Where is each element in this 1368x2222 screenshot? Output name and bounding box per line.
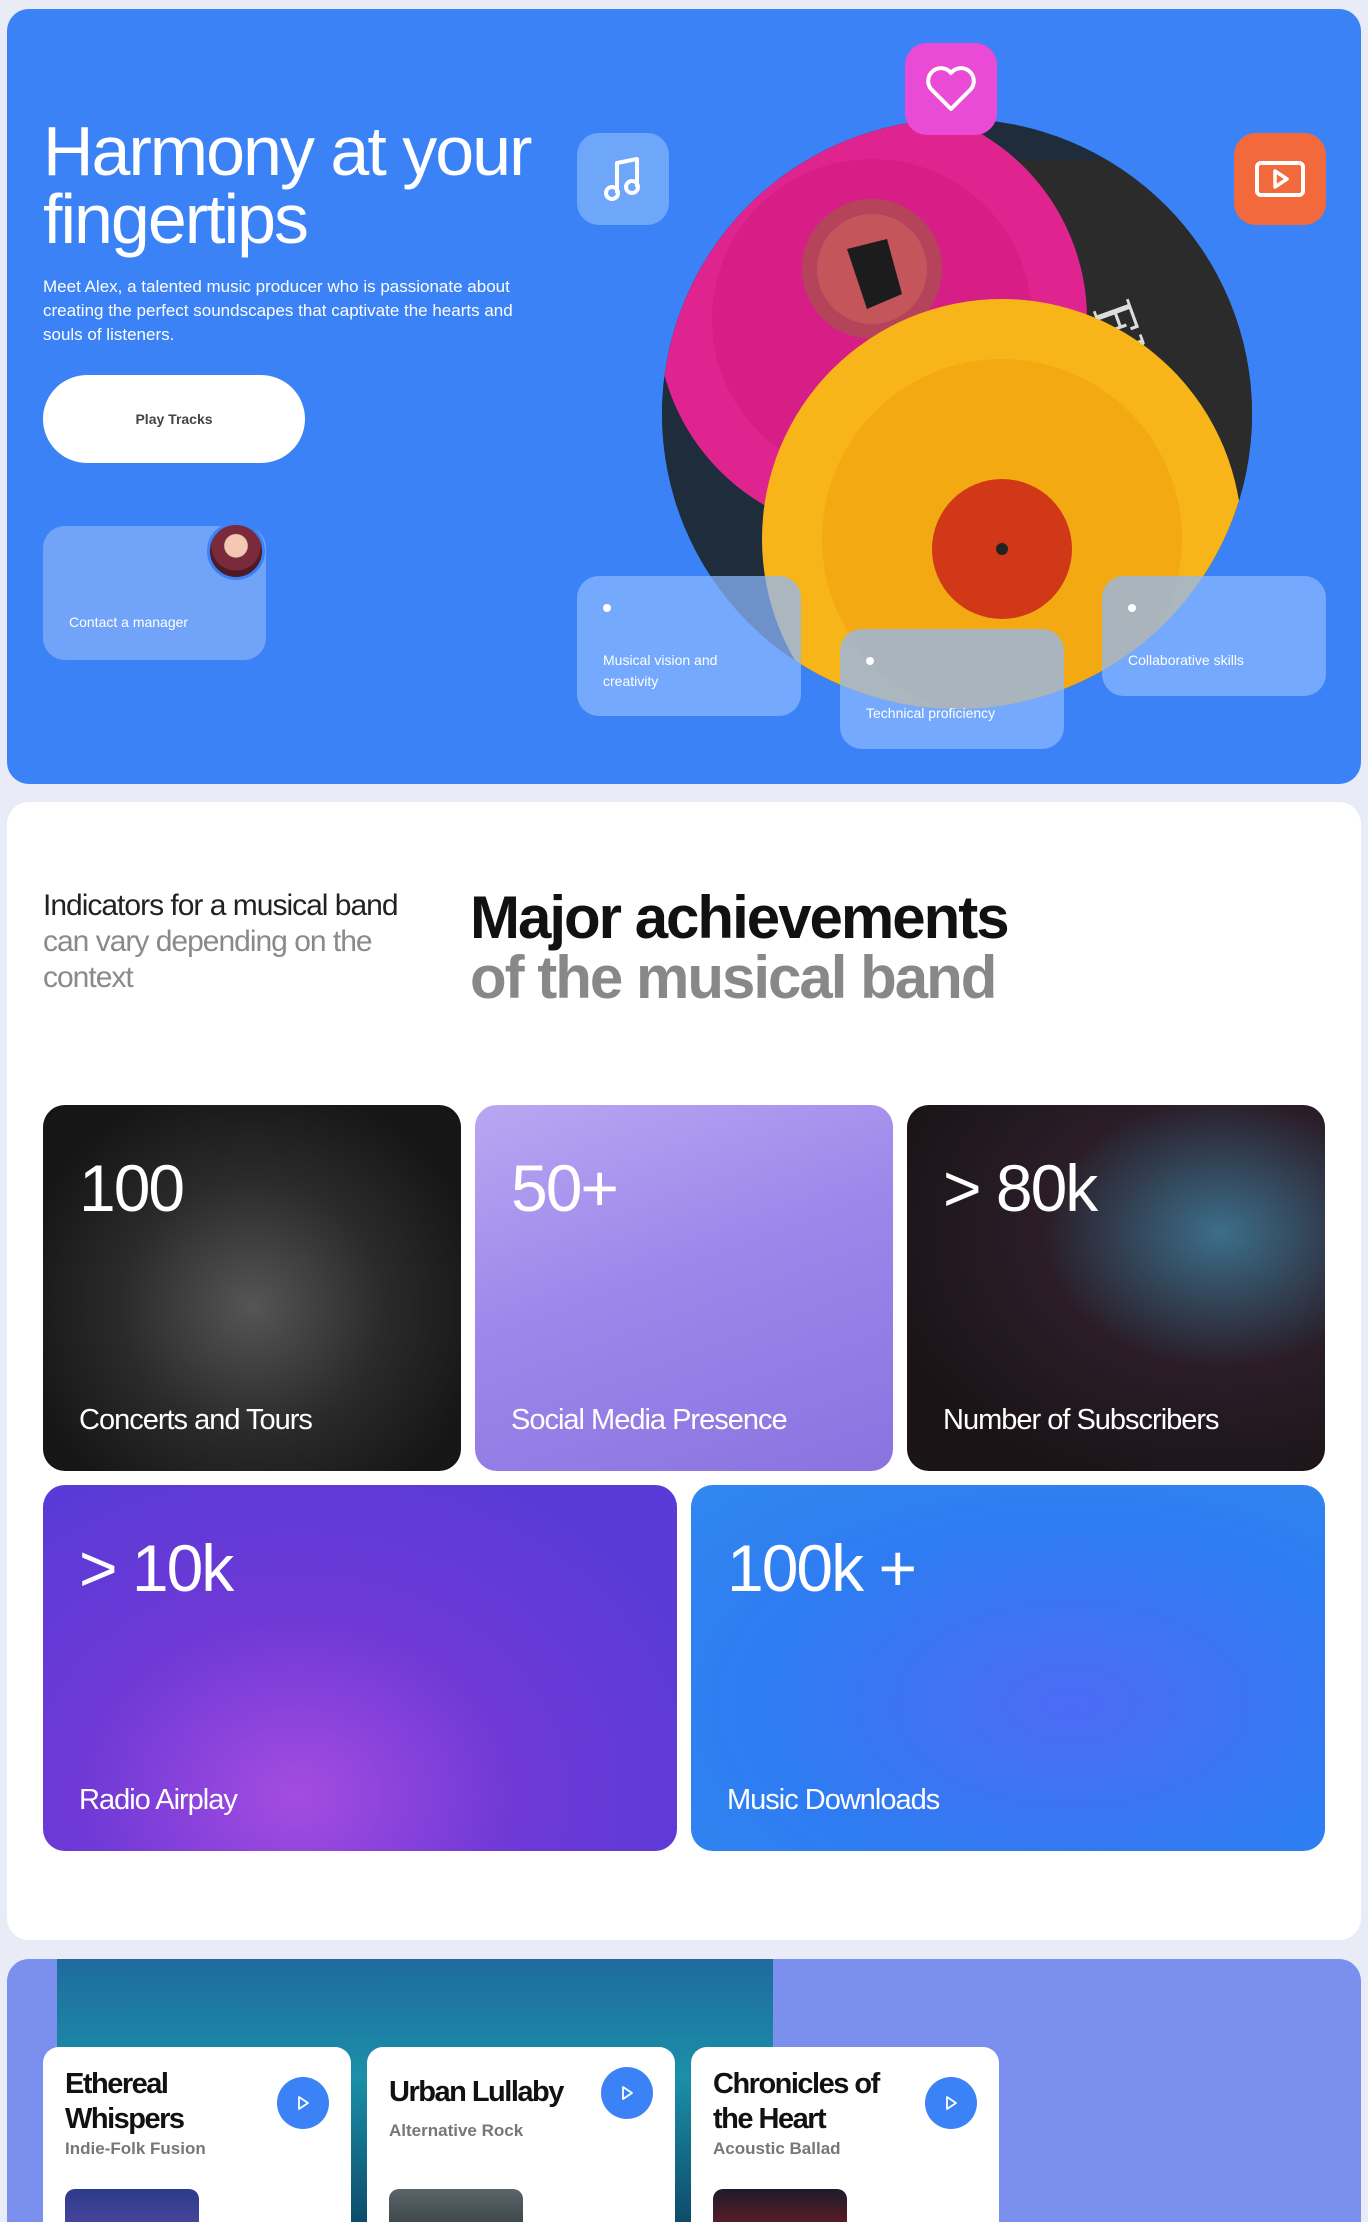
skill-card: Technical proficiency	[840, 629, 1064, 749]
video-play-icon[interactable]	[1234, 133, 1326, 225]
play-icon[interactable]	[601, 2067, 653, 2119]
stat-card-downloads: 100k + Music Downloads	[691, 1485, 1325, 1851]
play-icon[interactable]	[277, 2077, 329, 2129]
skill-label: Collaborative skills	[1128, 652, 1244, 668]
hero-title: Harmony at your fingertips	[43, 116, 563, 254]
play-tracks-button[interactable]: Play Tracks	[43, 375, 305, 463]
hero-title-line-2: fingertips	[43, 180, 309, 258]
stat-value: 100k +	[727, 1531, 917, 1605]
track-card[interactable]: Urban Lullaby Alternative Rock	[367, 2047, 675, 2222]
indicators-heading-gray: can vary depending on the context	[43, 925, 373, 994]
stat-label: Music Downloads	[727, 1784, 940, 1816]
contact-manager-label: Contact a manager	[69, 614, 189, 630]
skill-label: Musical vision and creativity	[603, 652, 718, 689]
track-genre: Acoustic Ballad	[713, 2139, 841, 2158]
stat-label: Radio Airplay	[79, 1784, 238, 1816]
bullet-dot-icon	[1128, 604, 1136, 612]
hero-description: Meet Alex, a talented music producer who…	[43, 277, 513, 344]
stat-card-radio: > 10k Radio Airplay	[43, 1485, 677, 1851]
track-thumbnail	[65, 2189, 199, 2222]
bullet-dot-icon	[603, 604, 611, 612]
play-icon[interactable]	[925, 2077, 977, 2129]
heart-icon[interactable]	[905, 43, 997, 135]
achievements-heading-gray: of the musical band	[470, 944, 997, 1011]
hero-title-line-1: Harmony at your	[43, 112, 532, 190]
track-title: Ethereal Whispers	[65, 2068, 185, 2135]
track-card[interactable]: Chronicles of the Heart Acoustic Ballad	[691, 2047, 999, 2222]
achievements-heading-dark: Major achievements	[470, 884, 1010, 951]
skill-label: Technical proficiency	[866, 705, 996, 721]
stat-value: 50+	[511, 1151, 619, 1225]
stat-card-subscribers: > 80k Number of Subscribers	[907, 1105, 1325, 1471]
stat-card-social: 50+ Social Media Presence	[475, 1105, 893, 1471]
track-thumbnail	[713, 2189, 847, 2222]
stat-label: Concerts and Tours	[79, 1404, 313, 1436]
avatar	[207, 522, 265, 580]
indicators-heading-dark: Indicators for a musical band	[43, 889, 399, 922]
achievements-heading: Major achievements of the musical band	[470, 888, 1170, 1008]
stat-value: 100	[79, 1151, 185, 1225]
stat-label: Social Media Presence	[511, 1404, 788, 1436]
track-genre: Indie-Folk Fusion	[65, 2139, 206, 2158]
contact-manager-card[interactable]: Contact a manager	[43, 522, 266, 660]
skill-card: Musical vision and creativity	[577, 576, 801, 716]
hero-section: Harmony at your fingertips Meet Alex, a …	[7, 9, 1361, 784]
stat-value: > 80k	[943, 1151, 1098, 1225]
indicators-heading: Indicators for a musical band can vary d…	[43, 888, 403, 996]
stat-label: Number of Subscribers	[943, 1404, 1220, 1436]
skill-card: Collaborative skills	[1102, 576, 1326, 696]
tracks-section: Ethereal Whispers Indie-Folk Fusion Urba…	[7, 1959, 1361, 2222]
track-title: Urban Lullaby	[389, 2076, 564, 2108]
track-title: Chronicles of the Heart	[713, 2068, 880, 2135]
music-note-icon[interactable]	[577, 133, 669, 225]
achievements-section: Indicators for a musical band can vary d…	[7, 802, 1361, 1940]
track-thumbnail	[389, 2189, 523, 2222]
stat-value: > 10k	[79, 1531, 234, 1605]
stat-card-concerts: 100 Concerts and Tours	[43, 1105, 461, 1471]
track-genre: Alternative Rock	[389, 2121, 524, 2140]
bullet-dot-icon	[866, 657, 874, 665]
track-card[interactable]: Ethereal Whispers Indie-Folk Fusion	[43, 2047, 351, 2222]
